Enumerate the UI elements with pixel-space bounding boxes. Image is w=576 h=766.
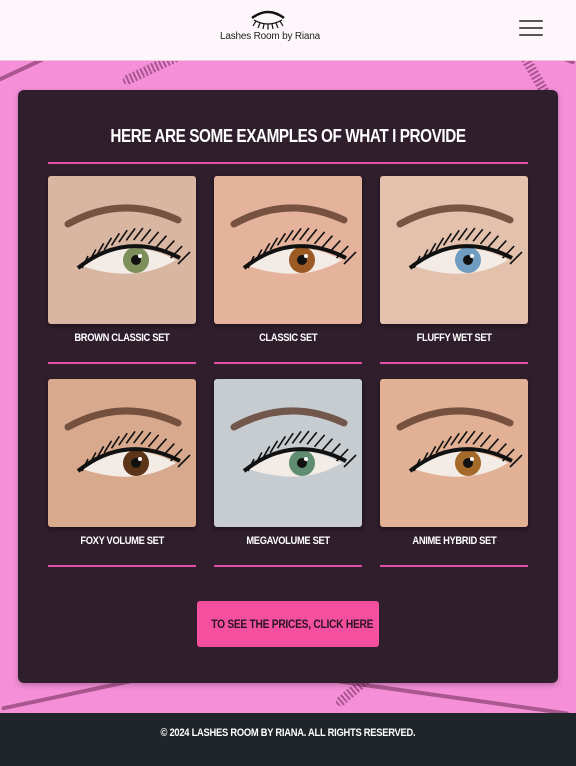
example-label: ANIME HYBRID SET [412,535,496,547]
example-label: FLUFFY WET SET [416,332,492,344]
example-card: FOXY VOLUME SET [48,379,196,567]
footer: © 2024 LASHES ROOM BY RIANA. ALL RIGHTS … [0,713,576,766]
see-prices-button[interactable]: TO SEE THE PRICES, CLICK HERE [197,601,379,647]
hamburger-menu-icon[interactable] [519,20,543,40]
lash-photo [48,176,196,324]
eyelash-logo-icon [251,10,285,30]
examples-panel: HERE ARE SOME EXAMPLES OF WHAT I PROVIDE… [18,90,558,683]
title-divider [48,162,528,164]
example-card: BROWN CLASSIC SET [48,176,196,364]
eye-illustration [214,379,362,527]
example-card: ANIME HYBRID SET [380,379,528,567]
example-label: MEGAVOLUME SET [246,535,330,547]
copyright-text: © 2024 LASHES ROOM BY RIANA. ALL RIGHTS … [160,727,416,739]
eye-illustration [380,176,528,324]
example-card: CLASSIC SET [214,176,362,364]
lash-photo [380,379,528,527]
see-prices-label: TO SEE THE PRICES, CLICK HERE [211,617,374,631]
brand-name: Lashes Room by Riana [220,31,320,42]
card-divider [48,362,196,364]
section-title: HERE ARE SOME EXAMPLES OF WHAT I PROVIDE [110,126,466,146]
eye-illustration [48,379,196,527]
eye-illustration [48,176,196,324]
eye-illustration [214,176,362,324]
eye-illustration [380,379,528,527]
example-label: FOXY VOLUME SET [80,535,164,547]
card-divider [380,362,528,364]
lash-photo [48,379,196,527]
lash-photo [214,176,362,324]
example-card: FLUFFY WET SET [380,176,528,364]
example-label: CLASSIC SET [258,332,318,344]
lash-photo [380,176,528,324]
card-divider [214,362,362,364]
example-label: BROWN CLASSIC SET [74,332,170,344]
card-divider [214,565,362,567]
example-card: MEGAVOLUME SET [214,379,362,567]
lash-photo [214,379,362,527]
card-divider [380,565,528,567]
brand-logo[interactable]: Lashes Room by Riana [220,8,320,52]
navbar: Lashes Room by Riana [0,0,576,61]
card-divider [48,565,196,567]
